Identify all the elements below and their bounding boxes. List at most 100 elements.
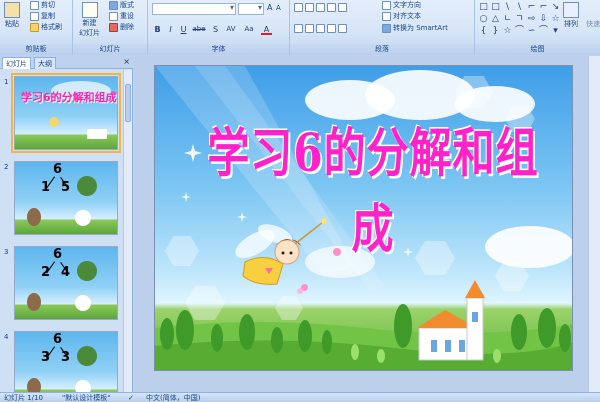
decrease-indent-icon (316, 3, 325, 12)
smartart-button[interactable]: 转换为 SmartArt (382, 23, 448, 33)
arc-shape-icon[interactable]: ⌒ (514, 26, 525, 37)
bullets-button[interactable] (294, 3, 347, 12)
layout-button[interactable]: 版式 (109, 0, 134, 10)
rectangle-shape-icon[interactable]: □ (490, 2, 501, 13)
align-text-button[interactable]: 对齐文本 (382, 11, 421, 21)
connector-shape-icon[interactable]: ↘ (550, 2, 561, 13)
star-shape-icon[interactable]: ☆ (550, 14, 561, 25)
italic-button[interactable]: I (165, 24, 176, 35)
arrow-shape-icon[interactable]: ⇩ (538, 14, 549, 25)
align-right-icon (316, 24, 325, 33)
thumbnail-top-number: 6 (53, 247, 63, 262)
arc-shape-icon[interactable]: ⌒ (538, 26, 549, 37)
elbow-shape-icon[interactable]: ㄴ (502, 14, 513, 25)
flower-decoration (77, 346, 97, 366)
curve-shape-icon[interactable]: ∽ (526, 26, 537, 37)
format-painter-button[interactable]: 格式刷 (30, 22, 62, 32)
arrange-icon (563, 2, 579, 18)
brush-icon (30, 22, 39, 32)
thumbnail-top-number: 6 (53, 332, 63, 347)
justify-icon (327, 24, 336, 33)
flower-decoration (77, 261, 97, 281)
more-shapes-icon[interactable]: ▾ (550, 26, 561, 37)
clipboard-group-label: 剪贴板 (0, 44, 72, 55)
slides-group: 新建 幻灯片 版式 重设 删除 幻灯片 (73, 0, 148, 55)
theme-name[interactable]: "默认设计模板" (62, 393, 110, 402)
scrollbar-thumb[interactable] (125, 84, 131, 122)
drawing-group-label: 绘图 (475, 44, 600, 55)
elbow-shape-icon[interactable]: ⌐ (526, 2, 537, 13)
thumbnail-left-number: 3 (41, 350, 51, 365)
delete-slide-button[interactable]: 删除 (109, 22, 134, 32)
font-size-combo[interactable] (238, 3, 264, 15)
church-illustration (417, 280, 485, 361)
wolf-decoration (27, 208, 41, 226)
shadow-button[interactable]: S (210, 24, 221, 35)
pane-tabs: 幻灯片 大纲 × (0, 56, 133, 69)
bullets-icon (294, 3, 303, 12)
brace-shape-icon[interactable]: } (490, 26, 501, 37)
underline-button[interactable]: U (178, 24, 189, 35)
grow-font-button[interactable]: A (267, 3, 272, 12)
thumbnail-left-number: 1 (41, 180, 51, 195)
paragraph-group: 文字方向 对齐文本 转换为 SmartArt 段落 (290, 0, 475, 55)
slide-thumbnail-1[interactable]: 学习6的分解和组成 (11, 73, 121, 153)
thumbnail-left-number: 2 (41, 265, 51, 280)
slide-thumbnail-3[interactable]: 6 2 4 (14, 246, 118, 320)
goat-decoration (75, 210, 91, 226)
rectangle-shape-icon[interactable]: □ (478, 2, 489, 13)
cut-button[interactable]: 剪切 (30, 0, 55, 10)
slide-thumbnail-4[interactable]: 6 3 3 (14, 331, 118, 392)
font-color-button[interactable]: A (261, 24, 272, 35)
wolf-decoration (27, 293, 41, 311)
paste-icon (4, 2, 20, 18)
landscape-decoration (155, 280, 572, 370)
arrow-shape-icon[interactable]: ⇨ (526, 14, 537, 25)
slide-thumbnail-2[interactable]: 6 1 5 (14, 161, 118, 235)
current-slide[interactable]: 学习6的分解和组成 (154, 65, 573, 371)
align-buttons[interactable] (294, 24, 347, 33)
change-case-button[interactable]: Aa (242, 24, 256, 35)
new-slide-button[interactable]: 新建 幻灯片 (79, 2, 100, 38)
elbow-shape-icon[interactable]: ㄱ (514, 14, 525, 25)
line-shape-icon[interactable]: \ (502, 2, 513, 13)
bold-button[interactable]: B (152, 24, 163, 35)
strikethrough-button[interactable]: abe (191, 24, 207, 35)
font-group-label: 字体 (148, 44, 289, 55)
font-group: A A B I U abe S AV Aa A 字体 (148, 0, 290, 55)
close-pane-icon[interactable]: × (123, 57, 130, 66)
shrink-font-button[interactable]: A (276, 4, 281, 12)
smartart-icon (382, 23, 391, 33)
elbow-shape-icon[interactable]: ⌐ (538, 2, 549, 13)
layout-icon (109, 0, 118, 10)
ribbon: 粘贴 剪切 复制 格式刷 剪贴板 新建 幻灯片 版式 重设 删除 幻灯片 ▾ ▾… (0, 0, 600, 55)
reset-button[interactable]: 重设 (109, 11, 134, 21)
copy-button[interactable]: 复制 (30, 11, 55, 21)
text-direction-button[interactable]: 文字方向 (382, 0, 421, 10)
thumbnail-top-number: 6 (53, 162, 63, 177)
align-center-icon (305, 24, 314, 33)
char-spacing-button[interactable]: AV (224, 24, 238, 35)
font-name-combo[interactable] (152, 3, 236, 15)
slides-outline-pane: 幻灯片 大纲 × 1 学习6的分解和组成 2 6 1 5 3 6 2 4 4 6… (0, 56, 133, 392)
oval-shape-icon[interactable]: ○ (478, 14, 489, 25)
paste-button[interactable]: 粘贴 (4, 2, 20, 29)
language-indicator[interactable]: 中文(简体，中国) (146, 393, 200, 402)
increase-indent-icon (327, 3, 336, 12)
slide-scrollbar[interactable] (588, 56, 600, 392)
wolf-decoration (27, 378, 41, 392)
brace-shape-icon[interactable]: { (478, 26, 489, 37)
arrange-button[interactable]: 排列 (563, 2, 579, 29)
thumbnail-scrollbar[interactable] (123, 70, 132, 392)
goat-decoration (75, 295, 91, 311)
star-shape-icon[interactable]: ☆ (502, 26, 513, 37)
slide-number: 2 (4, 163, 9, 171)
triangle-shape-icon[interactable]: △ (490, 14, 501, 25)
flower-decoration (77, 176, 97, 196)
tab-slides[interactable]: 幻灯片 (2, 57, 31, 69)
shapes-gallery[interactable]: □ □ \ \ ⌐ ⌐ ↘ ○ △ ㄴ ㄱ ⇨ ⇩ ☆ { } ☆ ⌒ ∽ ⌒ … (478, 2, 560, 37)
line-shape-icon[interactable]: \ (514, 2, 525, 13)
delete-icon (109, 22, 118, 32)
tab-outline[interactable]: 大纲 (34, 57, 56, 69)
quick-styles-button[interactable]: 快速 (586, 19, 600, 29)
